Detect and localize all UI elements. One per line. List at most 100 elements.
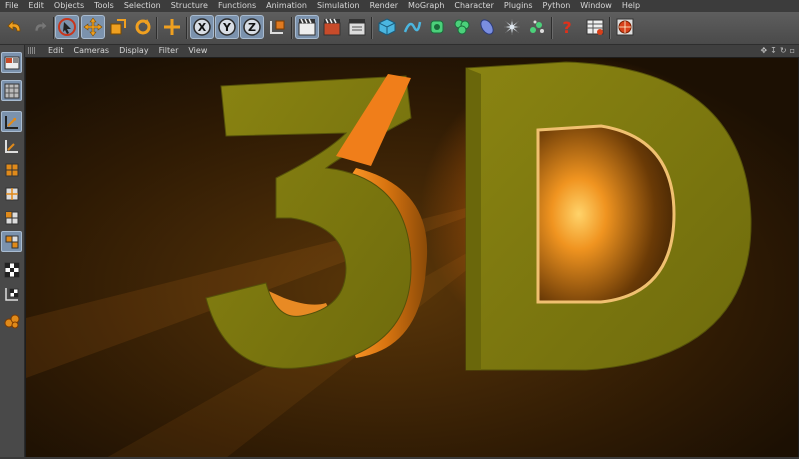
menu-file[interactable]: File — [0, 0, 23, 12]
texture-mode-button[interactable] — [1, 80, 22, 101]
clapper-red-icon — [323, 18, 341, 36]
viewport-menu-view[interactable]: View — [183, 45, 212, 57]
menu-tools[interactable]: Tools — [89, 0, 119, 12]
coordinate-system-button[interactable] — [265, 15, 289, 39]
uv-points-button[interactable] — [1, 259, 22, 280]
table-layout-icon — [586, 19, 604, 35]
polygons-mode-button[interactable] — [1, 207, 22, 228]
letter-d-side — [466, 68, 481, 370]
viewport-menu-cameras[interactable]: Cameras — [69, 45, 115, 57]
checker-grid-icon — [4, 83, 19, 98]
edges-grid-icon — [5, 187, 18, 200]
menu-python[interactable]: Python — [538, 0, 576, 12]
viewport-move-icon[interactable]: ✥ — [760, 45, 767, 57]
menu-window[interactable]: Window — [575, 0, 617, 12]
redo-icon — [34, 20, 48, 32]
object-mode-button[interactable] — [1, 231, 22, 252]
selection-cursor-icon — [58, 18, 76, 36]
points-grid-icon — [5, 163, 18, 176]
nurbs-button[interactable] — [425, 15, 449, 39]
main-toolbar: X Y Z ? — [0, 12, 799, 45]
render-picture-viewer-button[interactable] — [320, 15, 344, 39]
rotate-icon — [135, 19, 151, 35]
clapper-icon — [298, 18, 316, 36]
menu-animation[interactable]: Animation — [261, 0, 312, 12]
globe-icon — [616, 18, 634, 36]
molecule-icon — [4, 314, 19, 328]
viewport-maximize-icon[interactable]: ▫ — [790, 45, 795, 57]
deformer-button[interactable] — [475, 15, 499, 39]
deformer-icon — [480, 19, 494, 35]
viewport-menu-display[interactable]: Display — [114, 45, 154, 57]
menu-character[interactable]: Character — [449, 0, 499, 12]
axis-y-lock-button[interactable]: Y — [215, 15, 239, 39]
undo-button[interactable] — [3, 15, 27, 39]
menu-help[interactable]: Help — [617, 0, 645, 12]
axis-x-label: X — [197, 20, 207, 34]
nurbs-icon — [430, 20, 444, 34]
move-arrows-icon — [83, 17, 103, 37]
viewport-zoom-icon[interactable]: ↧ — [770, 45, 777, 57]
uv-polygons-button[interactable] — [1, 283, 22, 304]
object-cubes-icon — [5, 235, 18, 248]
axis-icon — [4, 139, 18, 153]
undo-icon — [7, 20, 21, 32]
spline-button[interactable] — [400, 15, 424, 39]
world-axis-icon — [270, 20, 285, 34]
render-view-button[interactable] — [295, 15, 319, 39]
sculpt-button[interactable] — [1, 310, 22, 331]
edges-mode-button[interactable] — [1, 183, 22, 204]
scale-tool-button[interactable] — [106, 15, 130, 39]
polygons-grid-icon — [5, 211, 18, 224]
web-button[interactable] — [613, 15, 637, 39]
spline-pen-icon — [403, 21, 422, 33]
menu-mograph[interactable]: MoGraph — [403, 0, 449, 12]
array-button[interactable] — [450, 15, 474, 39]
cube-icon — [378, 18, 396, 36]
menu-objects[interactable]: Objects — [49, 0, 89, 12]
menu-functions[interactable]: Functions — [213, 0, 261, 12]
redo-button[interactable] — [28, 15, 52, 39]
axis-y-label: Y — [223, 20, 231, 34]
menu-edit[interactable]: Edit — [23, 0, 49, 12]
axis-mode-button[interactable] — [1, 135, 22, 156]
help-button[interactable]: ? — [555, 15, 579, 39]
menu-selection[interactable]: Selection — [119, 0, 166, 12]
layout-button[interactable] — [583, 15, 607, 39]
menu-plugins[interactable]: Plugins — [499, 0, 538, 12]
viewport-menu-edit[interactable]: Edit — [43, 45, 69, 57]
use-model-mode-button[interactable] — [1, 52, 22, 73]
uv-checker-corner-icon — [4, 287, 18, 301]
clapper-settings-icon — [348, 19, 366, 36]
render-settings-button[interactable] — [345, 15, 369, 39]
panel-grip-icon[interactable] — [28, 47, 35, 54]
viewport-menubar: Edit Cameras Display Filter View ✥ ↧ ↻ ▫ — [25, 45, 799, 57]
live-selection-button[interactable] — [55, 15, 79, 39]
axis-z-lock-button[interactable]: Z — [240, 15, 264, 39]
viewport-menu-filter[interactable]: Filter — [154, 45, 184, 57]
move-tool-button[interactable] — [81, 15, 105, 39]
environment-button[interactable] — [500, 15, 524, 39]
array-cluster-icon — [454, 19, 470, 35]
checkerboard-icon — [4, 262, 19, 277]
crosshair-plus-icon — [164, 19, 180, 35]
menu-render[interactable]: Render — [365, 0, 403, 12]
points-mode-button[interactable] — [1, 159, 22, 180]
scale-box-icon — [110, 19, 126, 35]
axis-x-lock-button[interactable]: X — [190, 15, 214, 39]
help-label: ? — [562, 17, 572, 37]
scene-button[interactable] — [525, 15, 549, 39]
viewport-rotate-icon[interactable]: ↻ — [780, 45, 787, 57]
workplane-mode-button[interactable] — [1, 111, 22, 132]
cube-primitive-button[interactable] — [375, 15, 399, 39]
axis-z-label: Z — [248, 20, 256, 34]
left-tool-palette — [0, 45, 25, 459]
main-menubar: File Edit Objects Tools Selection Struct… — [0, 0, 799, 12]
3d-viewport[interactable] — [25, 57, 799, 459]
rotate-tool-button[interactable] — [131, 15, 155, 39]
scene-particles-icon — [530, 20, 544, 33]
menu-simulation[interactable]: Simulation — [312, 0, 365, 12]
menu-structure[interactable]: Structure — [166, 0, 213, 12]
axis-corner-icon — [4, 115, 18, 129]
add-object-button[interactable] — [160, 15, 184, 39]
